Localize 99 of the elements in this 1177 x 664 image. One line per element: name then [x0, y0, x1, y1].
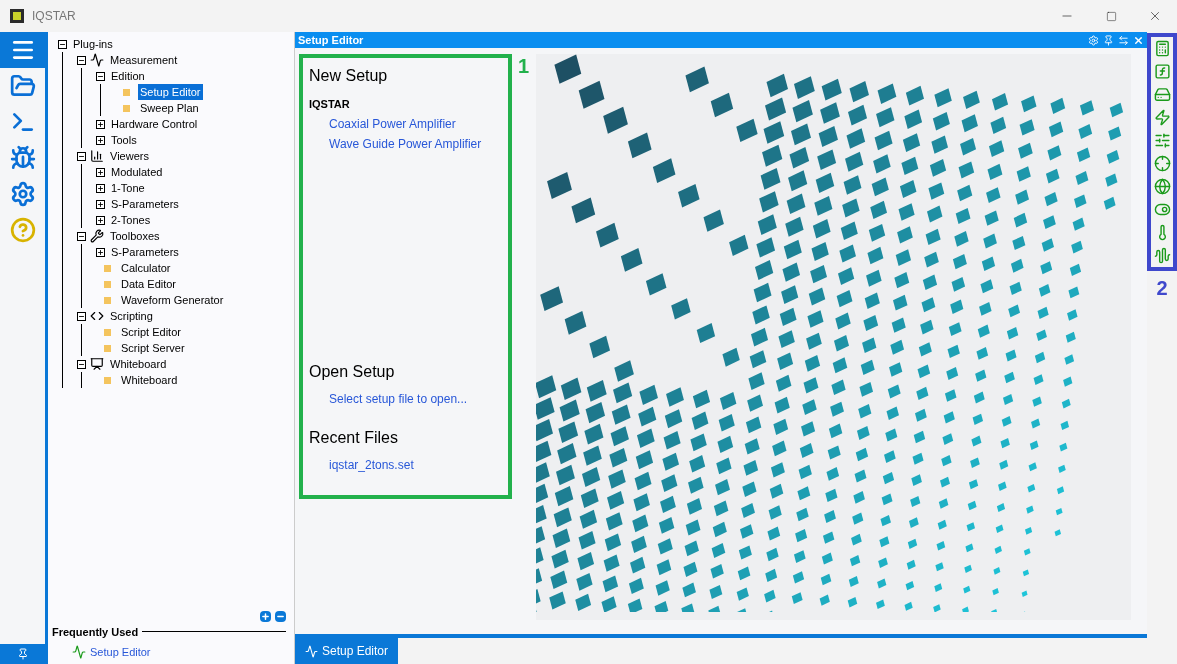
tree-item[interactable]: Data Editor [119, 276, 179, 292]
folder-icon [9, 73, 36, 99]
drive-icon[interactable] [1153, 86, 1171, 103]
swap-icon[interactable] [1118, 34, 1129, 46]
tree-item[interactable]: Edition [109, 68, 147, 84]
plus-icon [97, 200, 104, 208]
tree-item[interactable]: Hardware Control [109, 116, 200, 132]
recent-file-link[interactable]: iqstar_2tons.set [329, 456, 502, 474]
leaf-square-icon [123, 104, 130, 112]
code-icon [90, 309, 104, 323]
tree-item[interactable]: Measurement [108, 52, 180, 68]
tree-item[interactable]: Waveform Generator [119, 292, 226, 308]
tree-item[interactable]: Script Server [119, 340, 187, 356]
tree-item[interactable]: Whiteboard [108, 356, 169, 372]
wrench-icon [90, 229, 104, 243]
close-icon [1148, 9, 1162, 23]
setup-link[interactable]: Wave Guide Power Amplifier [329, 134, 502, 153]
globe-icon[interactable] [1153, 178, 1171, 195]
tree-item[interactable]: Script Editor [119, 324, 183, 340]
expand-toggle[interactable] [96, 167, 105, 177]
leaf-square-icon [104, 280, 111, 288]
crosshair-icon[interactable] [1153, 155, 1171, 172]
settings-icon[interactable] [1088, 34, 1099, 46]
collapse-toggle[interactable] [77, 311, 86, 321]
collapse-toggle[interactable] [96, 71, 105, 81]
collapse-toggle[interactable] [77, 359, 86, 369]
collapse-toggle[interactable] [58, 39, 67, 49]
bar-chart-icon [90, 149, 104, 163]
window-title: IQSTAR [32, 8, 76, 25]
tree-item[interactable]: S-Parameters [109, 244, 181, 260]
lightning-icon[interactable] [1153, 109, 1171, 126]
panel-title: Setup Editor [298, 32, 364, 48]
pin-icon [16, 648, 29, 660]
tree-item[interactable]: Calculator [119, 260, 173, 276]
leaf-square-icon [104, 344, 111, 352]
collapse-toggle[interactable] [77, 55, 86, 65]
tree-item[interactable]: Whiteboard [119, 372, 180, 388]
help-icon [9, 217, 36, 243]
tree-item[interactable]: Sweep Plan [138, 100, 201, 116]
tree-item[interactable]: Plug-ins [71, 36, 115, 52]
bug-icon [9, 145, 36, 171]
document-tab[interactable]: Setup Editor [295, 638, 399, 664]
expand-toggle[interactable] [96, 215, 105, 225]
tree-item[interactable]: Modulated [109, 164, 165, 180]
expand-toggle[interactable] [96, 135, 105, 145]
tree-item[interactable]: Tools [109, 132, 139, 148]
calculator-icon[interactable] [1153, 40, 1171, 57]
plus-icon [97, 216, 104, 224]
plus-icon [97, 136, 104, 144]
collapse-toggle[interactable] [77, 151, 86, 161]
leaf-square-icon [123, 88, 130, 96]
whiteboard-icon [90, 357, 104, 371]
expand-toggle[interactable] [96, 183, 105, 193]
shortcut-link[interactable]: Setup Editor [90, 643, 151, 661]
collapse-all-button[interactable] [275, 610, 286, 622]
tree-item[interactable]: 1-Tone [109, 180, 147, 196]
annotation-number: 2 [1156, 276, 1168, 301]
tree-item[interactable]: Viewers [108, 148, 151, 164]
leaf-square-icon [104, 328, 111, 336]
pulse-icon [305, 644, 318, 658]
section-title: Frequently Used [52, 624, 139, 640]
expand-toggle[interactable] [96, 247, 105, 257]
open-file-link[interactable]: Select setup file to open... [329, 390, 502, 408]
annotation-number: 1 [518, 54, 531, 79]
collapse-toggle[interactable] [77, 231, 86, 241]
pin-icon[interactable] [1103, 34, 1114, 46]
expand-toggle[interactable] [96, 119, 105, 129]
plus-icon [261, 611, 270, 621]
pulse-icon [90, 53, 104, 67]
settings-icon [9, 181, 36, 207]
expand-toggle[interactable] [96, 199, 105, 209]
sliders-icon[interactable] [1153, 132, 1171, 149]
app-logo-icon [10, 9, 24, 23]
tree-item[interactable]: Setup Editor [138, 84, 203, 100]
function-icon[interactable] [1153, 63, 1171, 80]
plus-icon [97, 168, 104, 176]
plus-icon [97, 248, 104, 256]
plus-icon [97, 120, 104, 128]
tree-item[interactable]: 2-Tones [109, 212, 153, 228]
tree-item[interactable]: Scripting [108, 308, 155, 324]
leaf-square-icon [104, 376, 111, 384]
pin-button[interactable] [0, 644, 45, 664]
plus-icon [97, 184, 104, 192]
section-title: Open Setup [309, 362, 396, 382]
section-title: New Setup [309, 66, 389, 86]
maximize-icon [1105, 10, 1117, 22]
section-title: Recent Files [309, 428, 399, 448]
setup-link[interactable]: Coaxial Power Amplifier [329, 114, 502, 133]
vendor-label: IQSTAR [309, 97, 351, 112]
leaf-square-icon [104, 264, 111, 272]
menu-button[interactable] [0, 32, 45, 68]
switch-icon[interactable] [1153, 201, 1171, 218]
waveform-icon[interactable] [1153, 247, 1171, 264]
expand-all-button[interactable] [260, 610, 271, 622]
tree-item[interactable]: Toolboxes [108, 228, 162, 244]
pulse-icon [72, 645, 86, 659]
leaf-square-icon [104, 296, 111, 304]
tree-item[interactable]: S-Parameters [109, 196, 181, 212]
close-icon[interactable] [1133, 34, 1144, 46]
